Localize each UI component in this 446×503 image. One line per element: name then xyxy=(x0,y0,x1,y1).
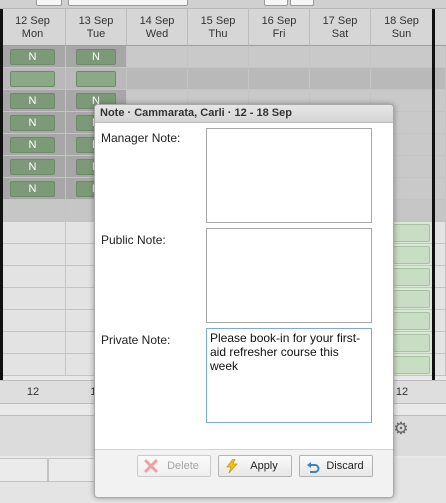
grid-cell[interactable]: N xyxy=(66,46,127,68)
grid-cell[interactable] xyxy=(66,68,127,90)
night-shift-chip[interactable]: N xyxy=(76,49,116,65)
toolbar-button[interactable] xyxy=(264,0,288,6)
grid-cell[interactable] xyxy=(188,68,249,90)
footer-divider xyxy=(95,449,393,450)
public-note-field[interactable] xyxy=(206,228,372,323)
delete-button[interactable]: Delete xyxy=(137,455,211,477)
grid-cell[interactable] xyxy=(127,68,188,90)
day-header-mon[interactable]: 12 Sep Mon xyxy=(0,9,66,46)
day-date: 16 Sep xyxy=(261,15,297,27)
day-weekday: Mon xyxy=(21,28,44,40)
grid-cell[interactable] xyxy=(0,244,66,266)
grid-cell[interactable] xyxy=(0,266,66,288)
grid-cell[interactable] xyxy=(371,68,433,90)
day-header-sun[interactable]: 18 Sep Sun xyxy=(371,9,433,46)
grid-cell[interactable]: N xyxy=(0,46,66,68)
grid-cell[interactable]: N xyxy=(0,90,66,112)
week-divider xyxy=(0,9,3,380)
grid-cell[interactable] xyxy=(371,46,433,68)
undo-icon xyxy=(307,462,320,473)
private-note-label: Private Note: xyxy=(101,333,171,347)
night-shift-chip[interactable]: N xyxy=(10,159,55,175)
toolbar-select[interactable] xyxy=(68,0,188,6)
day-header-wed[interactable]: 14 Sep Wed xyxy=(127,9,188,46)
night-shift-chip[interactable] xyxy=(76,71,116,87)
night-shift-chip[interactable]: N xyxy=(10,115,55,131)
grid-cell[interactable] xyxy=(0,200,66,222)
grid-cell[interactable]: N xyxy=(0,112,66,134)
apply-label: Apply xyxy=(250,460,278,472)
grid-cell[interactable] xyxy=(249,46,310,68)
grid-cell[interactable] xyxy=(0,354,66,376)
day-weekday: Fri xyxy=(272,28,286,40)
day-header-fri[interactable]: 16 Sep Fri xyxy=(249,9,310,46)
discard-button[interactable]: Discard xyxy=(299,455,373,477)
grid-cell[interactable] xyxy=(188,46,249,68)
day-date: 18 Sep xyxy=(384,15,419,27)
grid-cell[interactable] xyxy=(0,310,66,332)
dialog-body: Manager Note: Public Note: Private Note:… xyxy=(95,123,393,449)
grid-cell[interactable]: N xyxy=(0,156,66,178)
bottom-tab[interactable] xyxy=(0,458,48,482)
day-weekday: Tue xyxy=(86,28,106,40)
apply-button[interactable]: Apply xyxy=(218,455,292,477)
dialog-title: Note · Cammarata, Carli · 12 - 18 Sep xyxy=(95,105,393,123)
delete-icon xyxy=(144,459,158,473)
day-weekday: Wed xyxy=(145,28,169,40)
grid-cell[interactable]: N xyxy=(0,178,66,200)
day-header-tue[interactable]: 13 Sep Tue xyxy=(66,9,127,46)
grid-cell[interactable] xyxy=(0,222,66,244)
day-header-thu[interactable]: 15 Sep Thu xyxy=(188,9,249,46)
lightning-icon xyxy=(226,459,238,473)
night-shift-chip[interactable]: N xyxy=(10,93,55,109)
day-header-sat[interactable]: 17 Sep Sat xyxy=(310,9,371,46)
discard-label: Discard xyxy=(326,460,364,472)
grid-cell[interactable] xyxy=(127,46,188,68)
day-date: 12 Sep xyxy=(15,15,50,27)
day-weekday: Sat xyxy=(331,28,349,40)
grid-cell[interactable] xyxy=(249,68,310,90)
note-dialog: Note · Cammarata, Carli · 12 - 18 Sep Ma… xyxy=(94,104,394,498)
day-date: 17 Sep xyxy=(322,15,358,27)
day-date: 15 Sep xyxy=(200,15,236,27)
grid-cell[interactable] xyxy=(0,68,66,90)
grid-cell[interactable] xyxy=(0,332,66,354)
grid-cell[interactable] xyxy=(0,288,66,310)
night-shift-chip[interactable]: N xyxy=(10,137,55,153)
day-weekday: Sun xyxy=(391,28,412,40)
grid-cell[interactable] xyxy=(310,68,371,90)
toolbar-button[interactable] xyxy=(36,0,62,6)
day-date: 14 Sep xyxy=(139,15,175,27)
night-shift-chip[interactable] xyxy=(10,71,55,87)
toolbar xyxy=(0,0,446,9)
week-divider xyxy=(432,9,435,380)
night-shift-chip[interactable]: N xyxy=(10,181,55,197)
total-mon: 12 xyxy=(26,386,40,398)
gear-icon[interactable]: ⚙ xyxy=(392,420,410,438)
manager-note-field[interactable] xyxy=(206,128,372,223)
manager-note-label: Manager Note: xyxy=(101,131,181,145)
private-note-field[interactable]: Please book-in for your first-aid refres… xyxy=(206,328,372,423)
toolbar-button[interactable] xyxy=(290,0,314,6)
public-note-label: Public Note: xyxy=(101,233,166,247)
grid-cell[interactable]: N xyxy=(0,134,66,156)
delete-label: Delete xyxy=(167,460,199,472)
grid-cell[interactable] xyxy=(310,46,371,68)
day-weekday: Thu xyxy=(208,28,228,40)
day-date: 13 Sep xyxy=(78,15,114,27)
night-shift-chip[interactable]: N xyxy=(10,49,55,65)
